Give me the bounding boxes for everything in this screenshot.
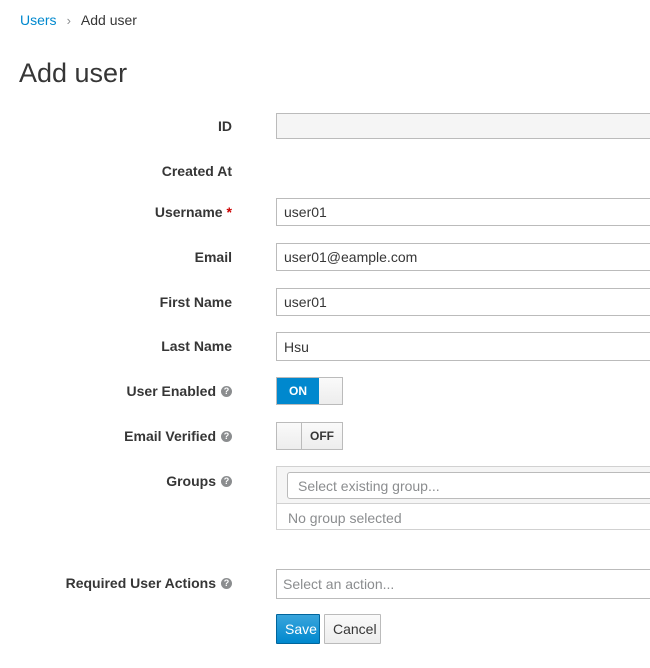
email-verified-toggle[interactable]: OFF [276, 422, 343, 450]
email-label: Email [194, 249, 232, 265]
toggle-knob [277, 423, 302, 449]
required-actions-label: Required User Actions ? [66, 575, 232, 591]
help-icon[interactable]: ? [221, 475, 232, 487]
save-button[interactable]: Save [276, 614, 320, 644]
page-title: Add user [19, 58, 128, 88]
last-name-label: Last Name [161, 338, 232, 354]
help-icon[interactable]: ? [221, 385, 232, 397]
first-name-field[interactable] [276, 288, 650, 316]
toggle-on-label: ON [277, 378, 319, 404]
groups-label: Groups ? [166, 473, 232, 489]
groups-select-row: Select existing group... [277, 467, 650, 504]
breadcrumb: Users › Add user [20, 12, 137, 28]
groups-panel: Select existing group... No group select… [276, 466, 650, 530]
required-actions-select[interactable]: Select an action... [276, 569, 650, 599]
breadcrumb-users-link[interactable]: Users [20, 12, 57, 28]
cancel-button[interactable]: Cancel [324, 614, 381, 644]
help-icon[interactable]: ? [221, 577, 232, 589]
username-field[interactable] [276, 198, 650, 226]
first-name-label: First Name [159, 294, 232, 310]
groups-empty-text: No group selected [288, 510, 402, 526]
breadcrumb-current: Add user [80, 12, 137, 28]
created-at-label: Created At [161, 163, 232, 179]
email-verified-label: Email Verified ? [124, 428, 232, 444]
last-name-field[interactable] [276, 332, 650, 361]
required-marker: * [226, 204, 232, 220]
username-label: Username * [154, 204, 232, 220]
email-field[interactable] [276, 243, 650, 271]
toggle-knob [319, 378, 342, 404]
id-label: ID [218, 118, 232, 134]
user-enabled-toggle[interactable]: ON [276, 377, 343, 405]
toggle-off-label: OFF [302, 423, 342, 449]
group-select[interactable]: Select existing group... [287, 472, 650, 499]
user-enabled-label: User Enabled ? [127, 383, 232, 399]
breadcrumb-separator: › [66, 12, 71, 28]
help-icon[interactable]: ? [221, 430, 232, 442]
id-field [276, 113, 650, 139]
